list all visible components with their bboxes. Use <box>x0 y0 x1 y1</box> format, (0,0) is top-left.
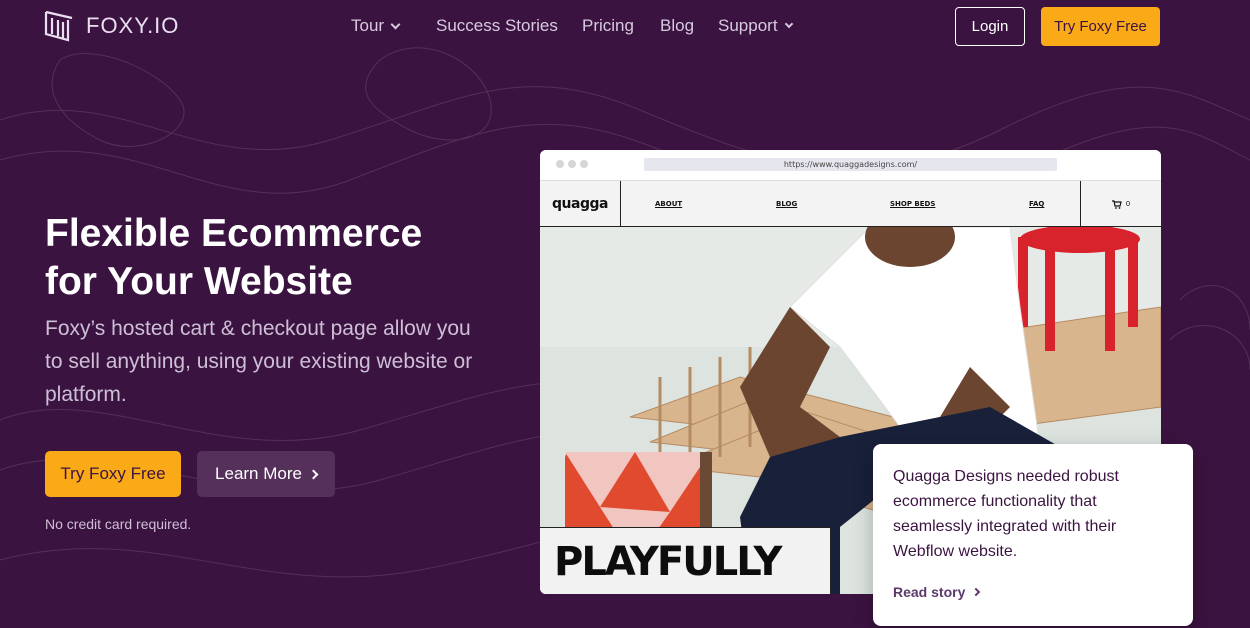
no-credit-card-note: No credit card required. <box>45 516 192 532</box>
chevron-right-icon <box>308 469 319 479</box>
hero-title: Flexible Ecommerce for Your Website <box>45 210 485 306</box>
hero-title-line-2: for Your Website <box>45 260 353 303</box>
logo-text: FOXY.IO <box>86 13 180 38</box>
chevron-right-icon <box>972 587 981 597</box>
mockup-link-about: ABOUT <box>655 200 683 208</box>
quagga-logo: quagga <box>540 181 621 227</box>
read-story-link[interactable]: Read story <box>893 584 981 600</box>
mockup-banner: PLAYFULLY <box>540 527 831 594</box>
nav-item-pricing[interactable]: Pricing <box>582 16 660 36</box>
mockup-banner-text: PLAYFULLY <box>554 539 782 585</box>
nav-item-label: Success Stories <box>436 16 558 35</box>
top-navigation: FOXY.IO Tour Success Stories Pricing Blo… <box>0 0 1250 54</box>
mockup-link-blog: BLOG <box>776 200 798 208</box>
chevron-down-icon <box>784 19 793 29</box>
chevron-down-icon <box>390 19 401 29</box>
nav-item-tour[interactable]: Tour <box>351 16 436 36</box>
mockup-cart: 0 <box>1080 181 1161 227</box>
nav-item-success-stories[interactable]: Success Stories <box>436 16 582 36</box>
mockup-site-nav: quagga ABOUT BLOG SHOP BEDS FAQ 0 <box>540 180 1161 227</box>
mockup-link-shop-beds: SHOP BEDS <box>890 200 936 208</box>
learn-more-label: Learn More <box>215 464 302 483</box>
foxy-logo-icon <box>44 10 73 42</box>
case-study-text: Quagga Designs needed robust ecommerce f… <box>893 468 1119 560</box>
mockup-link-faq: FAQ <box>1029 200 1045 208</box>
browser-bar: https://www.quaggadesigns.com/ <box>540 150 1161 180</box>
nav-item-blog[interactable]: Blog <box>660 16 718 36</box>
read-story-label: Read story <box>893 584 966 600</box>
nav-item-label: Pricing <box>582 16 634 35</box>
hero-subtitle: Foxy’s hosted cart & checkout page allow… <box>45 317 473 406</box>
nav-item-label: Support <box>718 16 778 35</box>
foxy-logo[interactable]: FOXY.IO <box>44 10 179 42</box>
window-dot-icon <box>556 160 564 168</box>
cart-icon <box>1111 199 1122 209</box>
window-dot-icon <box>580 160 588 168</box>
nav-item-support[interactable]: Support <box>718 16 793 36</box>
case-study-card: Quagga Designs needed robust ecommerce f… <box>873 444 1193 626</box>
nav-item-label: Blog <box>660 16 695 35</box>
hero-title-line-1: Flexible Ecommerce <box>45 212 423 255</box>
try-foxy-free-button[interactable]: Try Foxy Free <box>45 451 181 497</box>
login-button[interactable]: Login <box>955 7 1025 46</box>
nav-item-label: Tour <box>351 16 385 35</box>
cart-count: 0 <box>1125 200 1131 208</box>
try-foxy-free-nav-button[interactable]: Try Foxy Free <box>1041 7 1160 46</box>
nav-links: Tour Success Stories Pricing Blog Suppor… <box>351 16 793 36</box>
learn-more-button[interactable]: Learn More <box>197 451 335 497</box>
window-dot-icon <box>568 160 576 168</box>
browser-url: https://www.quaggadesigns.com/ <box>644 158 1057 171</box>
